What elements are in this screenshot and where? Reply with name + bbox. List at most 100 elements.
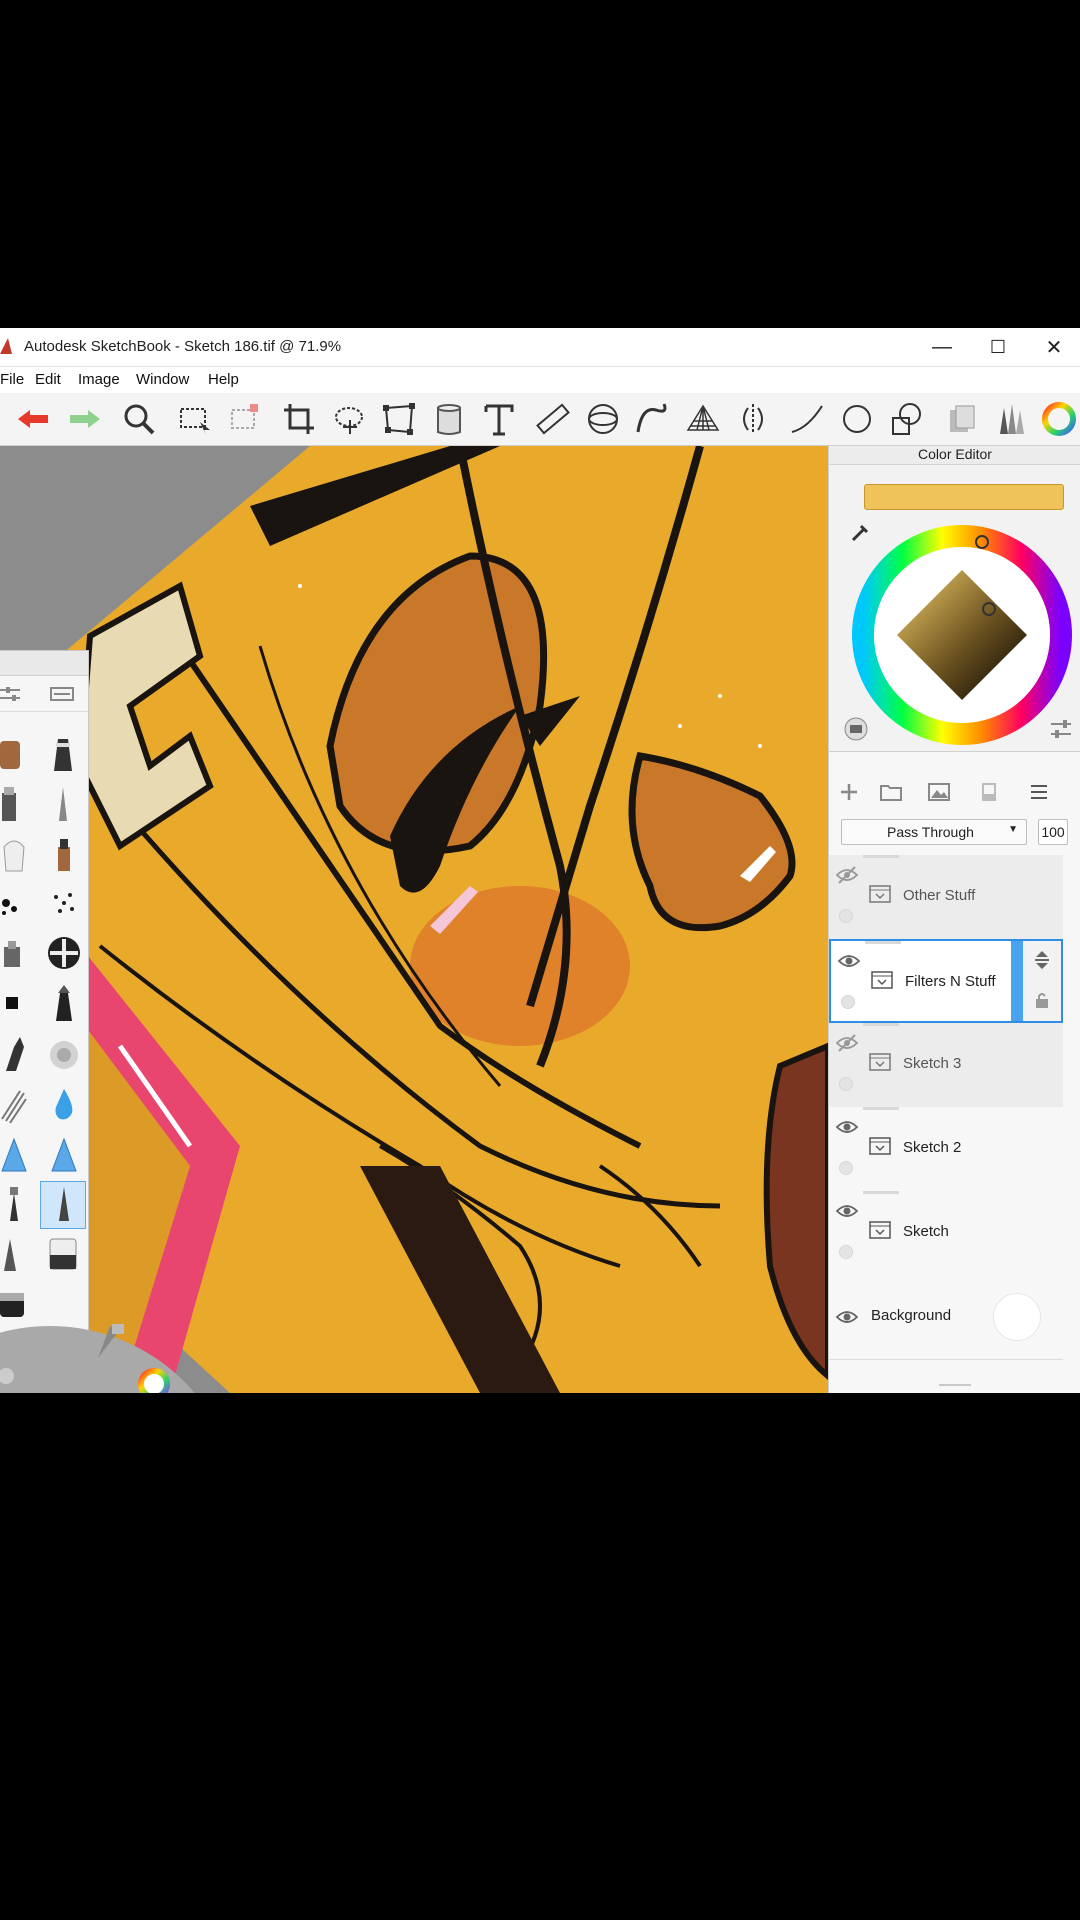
layer-row-sketch-3[interactable]: Sketch 3 (829, 1023, 1063, 1108)
brush-settings-icon[interactable] (0, 685, 24, 703)
clear-layer-icon[interactable] (977, 780, 1001, 804)
speckle-brush-icon[interactable] (44, 883, 82, 925)
layer-row-other-stuff[interactable]: Other Stuff (829, 855, 1063, 940)
marker-icon[interactable] (0, 783, 38, 825)
texture-brush-icon[interactable] (44, 933, 82, 975)
color-settings-icon[interactable] (1049, 718, 1073, 740)
lagoon-color-wheel-icon[interactable] (134, 1364, 174, 1393)
color-wheel[interactable] (851, 524, 1073, 746)
add-layer-icon[interactable] (837, 780, 861, 804)
triangle-brush-icon[interactable] (0, 1133, 38, 1175)
color-puck-icon[interactable] (843, 716, 869, 742)
eye-hidden-icon[interactable] (835, 865, 859, 885)
menu-help[interactable]: Help (208, 371, 239, 388)
lagoon-puck-edge-icon[interactable] (0, 1366, 20, 1393)
perspective-icon[interactable] (684, 400, 722, 438)
layer-lock-icon[interactable] (1034, 991, 1050, 1009)
fill-icon[interactable] (430, 400, 468, 438)
layer-row-sketch[interactable]: Sketch (829, 1191, 1063, 1276)
folder-icon[interactable] (869, 1137, 891, 1155)
transform-icon[interactable] (226, 400, 264, 438)
brush-library-icon[interactable] (992, 400, 1030, 438)
zoom-icon[interactable] (120, 400, 158, 438)
stroke-icon[interactable] (788, 400, 826, 438)
opacity-field[interactable]: 100 (1038, 819, 1068, 845)
pencil-icon[interactable] (44, 783, 82, 825)
blender-drop-icon[interactable] (44, 1083, 82, 1125)
fountain-pen-icon[interactable] (0, 1033, 38, 1075)
layer-lock-dot[interactable] (839, 909, 853, 923)
circle-icon[interactable] (838, 400, 876, 438)
layer-selection-bar (1011, 941, 1023, 1021)
current-color-swatch[interactable] (864, 484, 1064, 510)
eye-visible-icon[interactable] (835, 1307, 859, 1327)
background-color-swatch[interactable] (993, 1293, 1041, 1341)
maximize-button[interactable]: ☐ (970, 328, 1026, 366)
soft-brush-icon[interactable] (44, 1033, 82, 1075)
layer-row-filters-n-stuff[interactable]: Filters N Stuff (829, 939, 1063, 1023)
crop-icon[interactable] (280, 400, 318, 438)
eye-visible-icon[interactable] (835, 1117, 859, 1137)
ruler-icon[interactable] (534, 400, 572, 438)
add-group-icon[interactable] (879, 780, 903, 804)
lasso-icon[interactable] (330, 400, 368, 438)
triangle-brush-2-icon[interactable] (44, 1133, 82, 1175)
lagoon-brush-icon[interactable] (92, 1322, 128, 1362)
folder-icon[interactable] (869, 1221, 891, 1239)
stamp-brush-icon[interactable] (0, 933, 38, 975)
symmetry-icon[interactable] (734, 400, 772, 438)
menu-edit[interactable]: Edit (35, 371, 61, 388)
undo-icon[interactable] (14, 400, 52, 438)
layer-row-background[interactable]: Background (829, 1275, 1063, 1360)
distort-icon[interactable] (380, 400, 418, 438)
felt-pen-icon[interactable] (0, 1233, 38, 1275)
panel-resize-handle[interactable] (939, 1384, 971, 1386)
hatch-brush-icon[interactable] (0, 1083, 38, 1125)
close-button[interactable]: ✕ (1026, 328, 1080, 366)
layer-lock-dot[interactable] (839, 1077, 853, 1091)
splatter-brush-icon[interactable] (0, 883, 38, 925)
french-curve-icon[interactable] (634, 400, 672, 438)
menu-file[interactable]: File (0, 371, 24, 388)
selection-icon[interactable] (176, 400, 214, 438)
hard-eraser-icon[interactable] (0, 1283, 38, 1325)
hard-pencil-icon[interactable] (44, 1183, 82, 1225)
sketchbook-window: Autodesk SketchBook - Sketch 186.tif @ 7… (0, 328, 1080, 1393)
airbrush-icon[interactable] (0, 733, 38, 775)
text-icon[interactable] (480, 400, 518, 438)
eye-hidden-icon[interactable] (835, 1033, 859, 1053)
calligraphy-brush-icon[interactable] (44, 983, 82, 1025)
layer-lock-dot[interactable] (839, 1245, 853, 1259)
drawing-canvas[interactable] (0, 446, 828, 1393)
paint-brush-icon[interactable] (44, 833, 82, 875)
brush-library-toggle-icon[interactable] (50, 687, 74, 701)
ellipse-guide-icon[interactable] (584, 400, 622, 438)
redo-icon[interactable] (66, 400, 104, 438)
layer-lock-dot[interactable] (839, 1161, 853, 1175)
menu-window[interactable]: Window (136, 371, 189, 388)
square-brush-icon[interactable] (0, 983, 38, 1025)
ink-pen-icon[interactable] (44, 733, 82, 775)
folder-icon[interactable] (869, 1053, 891, 1071)
brush-palette-header[interactable] (0, 651, 88, 676)
blend-mode-value: Pass Through (887, 824, 974, 840)
shapes-icon[interactable] (888, 400, 926, 438)
add-image-icon[interactable] (927, 780, 951, 804)
eye-visible-icon[interactable] (837, 951, 861, 971)
chef-brush-icon[interactable] (0, 833, 38, 875)
eraser-icon[interactable] (44, 1233, 82, 1275)
technical-pen-icon[interactable] (0, 1183, 38, 1225)
minimize-button[interactable]: — (914, 328, 970, 366)
layer-reorder-icon[interactable] (1033, 949, 1051, 971)
copic-icon[interactable] (942, 400, 980, 438)
layer-lock-dot[interactable] (841, 995, 855, 1009)
eye-visible-icon[interactable] (835, 1201, 859, 1221)
layer-menu-icon[interactable] (1027, 780, 1051, 804)
color-wheel-icon[interactable] (1040, 400, 1078, 438)
menu-image[interactable]: Image (78, 371, 120, 388)
blend-mode-dropdown[interactable]: Pass Through ▼ (841, 819, 1027, 845)
folder-icon[interactable] (869, 885, 891, 903)
right-panel: Color Editor Pass Through ▼ 100 Other St… (828, 446, 1080, 1393)
folder-icon[interactable] (871, 971, 893, 989)
layer-row-sketch-2[interactable]: Sketch 2 (829, 1107, 1063, 1192)
